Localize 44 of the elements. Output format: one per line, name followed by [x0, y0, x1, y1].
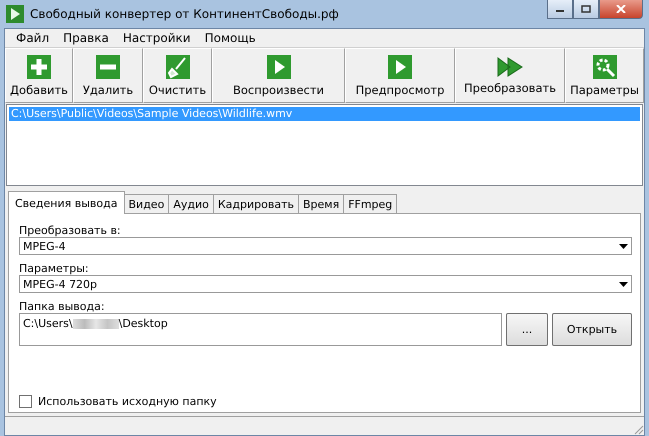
menu-item[interactable]: Файл: [9, 31, 56, 45]
preset-dropdown[interactable]: MPEG-4 720p: [19, 275, 632, 293]
minus-icon: [96, 54, 120, 78]
app-play-icon: [6, 5, 24, 23]
tab[interactable]: Аудио: [168, 194, 214, 213]
toolbar-button[interactable]: Преобразовать: [455, 48, 565, 103]
tab[interactable]: Время: [298, 194, 344, 213]
brush-icon: [166, 54, 190, 78]
menu-item[interactable]: Помощь: [198, 31, 263, 45]
field-label: Преобразовать в:: [19, 224, 122, 237]
open-button[interactable]: Открыть: [552, 313, 632, 346]
tab[interactable]: FFmpeg: [343, 194, 398, 213]
blurred-text-placeholder: [72, 319, 119, 329]
field-label: Параметры:: [19, 262, 90, 275]
maximize-button[interactable]: [573, 0, 599, 19]
output-folder-field[interactable]: C:\Users\ \Desktop: [19, 313, 502, 346]
close-icon: [616, 5, 626, 13]
browse-button[interactable]: ...: [506, 313, 548, 346]
menu-item[interactable]: Настройки: [116, 31, 198, 45]
minimize-button[interactable]: [547, 0, 573, 19]
toolbar-button[interactable]: Добавить: [5, 48, 73, 103]
checkbox-label: Использовать исходную папку: [38, 395, 217, 408]
maximize-icon: [581, 5, 591, 13]
toolbar-button[interactable]: Удалить: [73, 48, 143, 103]
toolbar-button[interactable]: Очистить: [143, 48, 212, 103]
play-icon: [266, 54, 290, 78]
toolbar-button[interactable]: Параметры: [565, 48, 644, 103]
checkbox[interactable]: [19, 395, 32, 408]
dropdown-arrow-icon: [619, 282, 628, 286]
dropdown-arrow-icon: [619, 244, 628, 248]
toolbar-button[interactable]: Предпросмотр: [345, 48, 455, 103]
tab[interactable]: Кадрировать: [212, 194, 299, 213]
tab[interactable]: Сведения вывода: [8, 191, 124, 214]
menu-item[interactable]: Правка: [56, 31, 116, 45]
play-icon: [388, 54, 412, 78]
window-title: Свободный конвертер от КонтинентСвободы.рф: [30, 7, 339, 21]
format-dropdown[interactable]: MPEG-4: [19, 237, 632, 255]
gear-icon: [592, 54, 616, 78]
close-button[interactable]: [599, 0, 643, 19]
double-arrow-icon: [497, 56, 523, 76]
resize-grip-icon: [634, 425, 644, 435]
toolbar-button[interactable]: Воспроизвести: [212, 48, 345, 103]
field-label: Папка вывода:: [19, 300, 106, 313]
plus-icon: [27, 54, 51, 78]
